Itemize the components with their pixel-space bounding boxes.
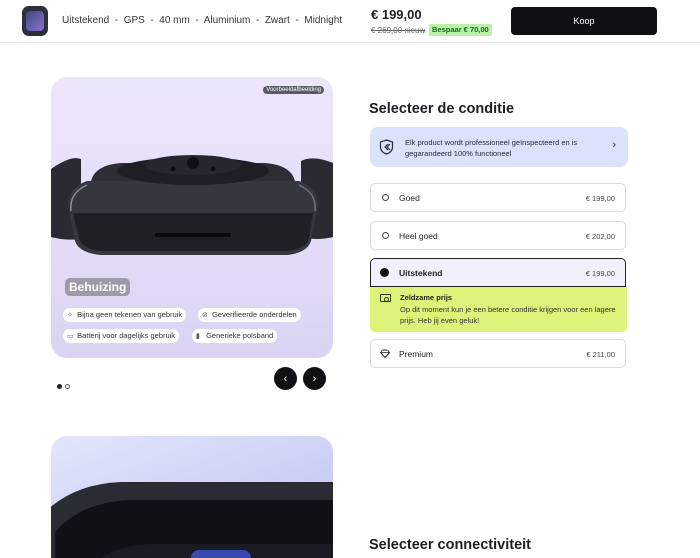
product-image-card[interactable]: Voorbeeldafbeelding Behuizing ✧ Bijna ge… <box>51 77 333 358</box>
example-image-badge: Voorbeeldafbeelding <box>263 86 324 94</box>
watch-closeup-image <box>51 482 333 558</box>
gallery-caption: Behuizing <box>65 278 131 296</box>
pagination-dot-active[interactable] <box>57 384 62 389</box>
rare-price-title: Zeldzame prijs <box>400 293 453 302</box>
chevron-right-icon: › <box>612 139 616 151</box>
sticky-header: Uitstekend - GPS - 40 mm - Aluminium - Z… <box>0 0 700 43</box>
feature-chip: ⊘ Geverifieerde onderdelen <box>198 308 301 322</box>
pagination-dot[interactable] <box>65 384 70 389</box>
shield-icon <box>379 139 394 155</box>
savings-badge: Bespaar € 70,00 <box>429 24 492 36</box>
condition-section-title: Selecteer de conditie <box>369 101 515 117</box>
feature-chip: ▭ Batterij voor dagelijks gebruik <box>63 329 180 343</box>
gallery-next-button[interactable]: › <box>303 367 326 390</box>
condition-option-label: Goed <box>399 193 420 203</box>
watch-band-icon: ▮ <box>196 333 200 340</box>
condition-option-price: € 199,00 <box>585 269 615 278</box>
connectivity-image-card[interactable] <box>51 436 333 558</box>
condition-option-uitstekend[interactable]: Uitstekend € 199,00 <box>370 258 626 287</box>
condition-option-label: Premium <box>399 349 434 359</box>
feature-chip-label: Generieke polsband <box>206 331 274 340</box>
product-title: Uitstekend - GPS - 40 mm - Aluminium - Z… <box>62 15 343 26</box>
condition-option-heel-goed[interactable]: Heel goed € 202,00 <box>370 221 626 250</box>
inspection-info-card[interactable]: Elk product wordt professioneel geïnspec… <box>370 127 628 167</box>
radio-button[interactable] <box>382 194 389 201</box>
rare-price-text: Op dit moment kun je een betere conditie… <box>400 305 616 325</box>
condition-option-price: € 202,00 <box>585 232 615 241</box>
condition-option-label: Uitstekend <box>399 268 443 278</box>
feature-chip-label: Bijna geen tekenen van gebruik <box>77 310 183 319</box>
chevron-left-icon: ‹ <box>283 372 288 385</box>
gallery-prev-button[interactable]: ‹ <box>274 367 297 390</box>
sparkle-icon: ✧ <box>67 312 73 319</box>
condition-option-goed[interactable]: Goed € 199,00 <box>370 183 626 212</box>
battery-icon: ▭ <box>67 333 74 340</box>
feature-chip-label: Geverifieerde onderdelen <box>212 310 297 319</box>
condition-option-label: Heel goed <box>399 231 438 241</box>
chevron-right-icon: › <box>312 372 317 385</box>
feature-chip: ▮ Generieke polsband <box>192 329 278 343</box>
radio-button[interactable] <box>382 232 389 239</box>
product-thumbnail <box>22 2 48 40</box>
feature-chip-label: Batterij voor dagelijks gebruik <box>77 331 176 340</box>
inspection-info-text: Elk product wordt professioneel geïnspec… <box>405 138 578 158</box>
watch-image <box>51 155 333 255</box>
buy-button[interactable]: Koop <box>511 7 657 35</box>
radio-button-selected[interactable] <box>380 268 389 277</box>
condition-option-premium[interactable]: Premium € 211,00 <box>370 339 626 368</box>
gallery-pagination <box>57 376 73 394</box>
rare-price-notice: Zeldzame prijs Op dit moment kun je een … <box>370 287 627 332</box>
connectivity-section-title: Selecteer connectiviteit <box>369 537 531 553</box>
diamond-icon <box>380 349 390 358</box>
condition-option-price: € 211,00 <box>586 350 615 359</box>
banknote-icon <box>380 294 391 302</box>
feature-chip: ✧ Bijna geen tekenen van gebruik <box>63 308 187 322</box>
current-price: € 199,00 <box>371 7 422 22</box>
original-price: € 269,00 nieuw <box>371 26 426 35</box>
condition-option-price: € 199,00 <box>585 194 615 203</box>
check-circle-icon: ⊘ <box>202 312 208 319</box>
